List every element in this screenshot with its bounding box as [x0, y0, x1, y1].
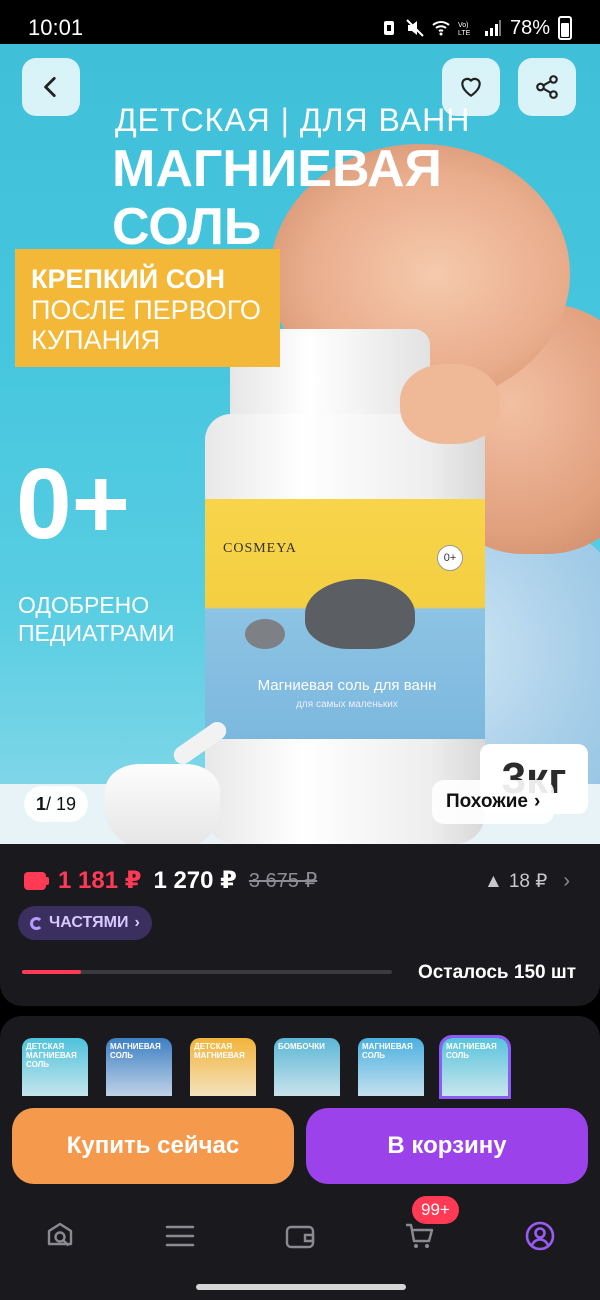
variant-thumbnail-label: БОМБОЧКИ: [278, 1042, 325, 1051]
stock-progress-bar: [22, 970, 392, 974]
product-image-gallery[interactable]: COSMEYA 0+ Магниевая соль для ванн для с…: [0, 44, 600, 844]
variant-thumbnail[interactable]: ДЕТСКАЯ МАГНИЕВАЯ: [190, 1038, 256, 1096]
cart-badge: 99+: [412, 1196, 459, 1224]
variant-thumbnail[interactable]: МАГНИЕВАЯ СОЛЬ: [439, 1035, 511, 1099]
tab-wallet[interactable]: [270, 1206, 330, 1266]
chevron-right-icon: ›: [134, 914, 140, 931]
volte-icon: Vo)LTE: [458, 22, 471, 37]
age-caption-1: ОДОБРЕНО: [18, 592, 150, 618]
price-card: 1 181 ₽ 1 270 ₽ 3 675 ₽ ▲ 18 ₽ › ЧАСТЯМИ…: [0, 844, 600, 1006]
favorite-button[interactable]: [442, 58, 500, 116]
add-to-cart-button[interactable]: В корзину: [306, 1108, 588, 1184]
jar-subtitle: для самых маленьких: [296, 699, 398, 710]
price-trend-value: 18 ₽: [508, 871, 548, 892]
mute-icon: [406, 19, 424, 37]
cart-icon: [406, 1223, 434, 1248]
back-button[interactable]: [22, 58, 80, 116]
variant-thumbnail[interactable]: БОМБОЧКИ: [274, 1038, 340, 1096]
hero-headline-2: СОЛЬ: [112, 198, 262, 256]
current-price: 1 270 ₽: [153, 867, 237, 894]
variant-thumbnail-label: МАГНИЕВАЯ СОЛЬ: [362, 1042, 413, 1060]
tab-profile[interactable]: [510, 1206, 570, 1266]
small-elephant-illustration: [245, 619, 285, 649]
battery-icon: [558, 16, 572, 40]
variant-thumbnail-label: МАГНИЕВАЯ СОЛЬ: [446, 1042, 497, 1060]
share-icon: [536, 75, 558, 99]
variant-thumbnail-label: ДЕТСКАЯ МАГНИЕВАЯ: [194, 1042, 245, 1060]
image-counter: 1 / 19: [24, 786, 89, 822]
svg-text:LTE: LTE: [458, 30, 471, 37]
similar-products-button[interactable]: Похожие ›: [432, 780, 555, 824]
wallet-icon: [285, 1225, 315, 1249]
svg-text:Vo): Vo): [458, 22, 469, 29]
variant-thumbnail-label: ДЕТСКАЯ МАГНИЕВАЯ СОЛЬ: [26, 1042, 77, 1069]
pie-chart-icon: [30, 916, 43, 930]
share-button[interactable]: [518, 58, 576, 116]
old-price: 3 675 ₽: [248, 870, 318, 892]
jar-brand: COSMEYA: [223, 541, 297, 556]
elephant-illustration: [305, 579, 415, 649]
search-icon: [47, 1222, 73, 1247]
installments-label: ЧАСТЯМИ: [49, 914, 129, 931]
stock-progress-fill: [22, 970, 82, 974]
installments-button[interactable]: ЧАСТЯМИ ›: [18, 906, 152, 940]
promo-box: КРЕПКИЙ СОН ПОСЛЕ ПЕРВОГО КУПАНИЯ: [15, 249, 280, 367]
battery-saver-icon: [383, 21, 394, 35]
arrow-up-icon: ▲: [484, 870, 503, 892]
age-caption-2: ПЕДИАТРАМИ: [18, 620, 175, 646]
variant-thumbnails: ДЕТСКАЯ МАГНИЕВАЯ СОЛЬ МАГНИЕВАЯ СОЛЬ ДЕТС…: [22, 1035, 511, 1099]
bottom-sheet: ДЕТСКАЯ МАГНИЕВАЯ СОЛЬ МАГНИЕВАЯ СОЛЬ ДЕТС…: [0, 1016, 600, 1300]
status-time: 10:01: [28, 15, 84, 40]
jar-title: Магниевая соль для ванн: [257, 677, 437, 694]
buy-now-button[interactable]: Купить сейчас: [12, 1108, 294, 1184]
stock-remaining: Осталось 150 шт: [417, 962, 576, 983]
chevron-right-icon: ›: [563, 870, 570, 892]
heart-icon: [461, 77, 481, 97]
card-price: 1 181 ₽: [58, 867, 142, 894]
wifi-icon: [432, 21, 450, 36]
home-indicator[interactable]: [196, 1284, 406, 1290]
baby-hand-illustration: [400, 364, 500, 444]
status-icons: Vo) LTE 78%: [380, 16, 572, 40]
bottom-tab-bar: 99+: [0, 1196, 600, 1266]
promo-line-2: ПОСЛЕ ПЕРВОГО: [31, 295, 261, 325]
price-trend[interactable]: ▲ 18 ₽ ›: [484, 870, 570, 893]
battery-percent: 78%: [509, 16, 550, 39]
promo-line-3: КУПАНИЯ: [31, 325, 161, 355]
variant-thumbnail[interactable]: ДЕТСКАЯ МАГНИЕВАЯ СОЛЬ: [22, 1038, 88, 1096]
hero-headline-1: МАГНИЕВАЯ: [112, 140, 442, 198]
wallet-icon: [24, 871, 49, 890]
jar-age-mark: 0+: [437, 545, 463, 571]
tab-search[interactable]: [30, 1206, 90, 1266]
menu-icon: [165, 1225, 195, 1247]
age-mark: 0+: [16, 448, 131, 560]
profile-icon: [525, 1221, 555, 1251]
measuring-scoop: [105, 764, 220, 844]
chevron-right-icon: ›: [533, 791, 541, 812]
chevron-left-icon: [44, 76, 56, 98]
promo-line-1: КРЕПКИЙ СОН: [31, 264, 226, 294]
price-row: 1 181 ₽ 1 270 ₽ 3 675 ₽: [24, 866, 317, 895]
hero-headline-top: ДЕТСКАЯ | ДЛЯ ВАНН: [115, 102, 471, 138]
similar-label: Похожие: [446, 791, 528, 812]
image-counter-total: / 19: [46, 793, 77, 814]
signal-icon: [484, 20, 501, 36]
image-counter-current: 1: [36, 793, 47, 814]
variant-thumbnail[interactable]: МАГНИЕВАЯ СОЛЬ: [358, 1038, 424, 1096]
variant-thumbnail-label: МАГНИЕВАЯ СОЛЬ: [110, 1042, 161, 1060]
variant-thumbnail[interactable]: МАГНИЕВАЯ СОЛЬ: [106, 1038, 172, 1096]
tab-catalog[interactable]: [150, 1206, 210, 1266]
